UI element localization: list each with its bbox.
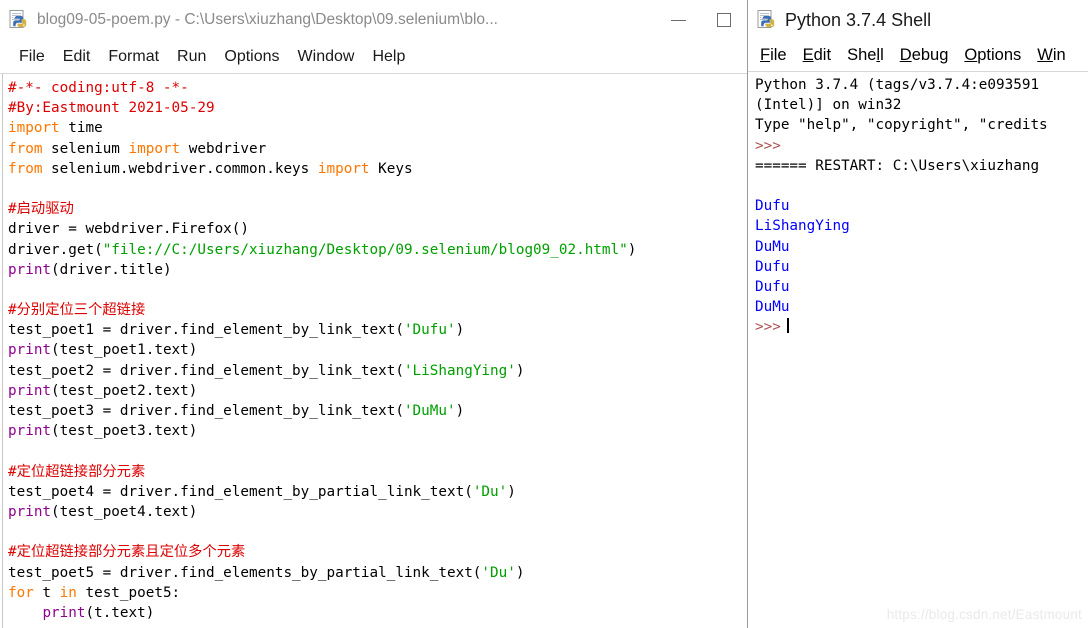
code-line: import time [8, 120, 103, 137]
editor-menu-run[interactable]: Run [168, 48, 215, 66]
code-line: print(test_poet3.text) [8, 423, 198, 440]
code-line: from selenium import webdriver [8, 140, 267, 157]
code-line: print(t.text) [42, 604, 155, 621]
shell-output-area[interactable]: Python 3.7.4 (tags/v3.7.4:e093591 (Intel)… [748, 72, 1088, 628]
shell-line: Dufu [755, 198, 790, 215]
code-line: print(test_poet2.text) [8, 382, 198, 399]
maximize-icon [717, 13, 731, 27]
csdn-watermark: https://blog.csdn.net/Eastmount [886, 607, 1082, 622]
shell-line: DuMu [755, 299, 790, 316]
code-line: test_poet2 = driver.find_element_by_link… [8, 362, 525, 379]
minimize-button[interactable] [655, 0, 701, 40]
shell-menu-file[interactable]: File [760, 46, 803, 65]
shell-titlebar[interactable]: Python 3.7.4 Shell [748, 0, 1088, 40]
shell-line: Python 3.7.4 (tags/v3.7.4:e093591 [755, 77, 1040, 93]
shell-line: ====== RESTART: C:\Users\xiuzhang [755, 157, 1040, 174]
code-line: driver = webdriver.Firefox() [8, 221, 250, 238]
shell-line: (Intel)] on win32 [755, 97, 902, 114]
editor-source-code[interactable]: #-*- coding:utf-8 -*- #By:Eastmount 2021-… [8, 78, 747, 623]
code-line: #启动驱动 [8, 201, 74, 218]
editor-menu-edit[interactable]: Edit [54, 48, 100, 66]
minimize-icon [670, 19, 686, 21]
shell-menu-win[interactable]: Win [1037, 46, 1081, 65]
shell-menu-debug[interactable]: Debug [900, 46, 965, 65]
maximize-button[interactable] [701, 0, 747, 40]
shell-line: Dufu [755, 278, 790, 295]
code-line: from selenium.webdriver.common.keys impo… [8, 160, 413, 177]
editor-menu-options[interactable]: Options [215, 48, 288, 66]
editor-menubar: File Edit Format Run Options Window Help [0, 40, 747, 74]
editor-code-area[interactable]: #-*- coding:utf-8 -*- #By:Eastmount 2021-… [0, 74, 747, 628]
code-line: print(test_poet4.text) [8, 503, 198, 520]
shell-line [755, 176, 1048, 196]
code-line: #分别定位三个超链接 [8, 302, 146, 319]
editor-menu-window[interactable]: Window [289, 48, 364, 66]
python-shell-window: Python 3.7.4 Shell File Edit Shell Debug Opt… [748, 0, 1088, 628]
code-line: test_poet5 = driver.find_elements_by_par… [8, 564, 525, 581]
shell-line: DuMu [755, 238, 790, 255]
idle-editor-window: blog09-05-poem.py - C:\Users\xiuzhang\De… [0, 0, 748, 628]
idle-dual-window-screen: blog09-05-poem.py - C:\Users\xiuzhang\De… [0, 0, 1088, 628]
code-line: test_poet1 = driver.find_element_by_link… [8, 322, 465, 339]
shell-output-text[interactable]: Python 3.7.4 (tags/v3.7.4:e093591 (Intel)… [755, 75, 1048, 337]
shell-menubar: File Edit Shell Debug Options Win [748, 40, 1088, 72]
editor-menu-help[interactable]: Help [363, 48, 414, 66]
code-line: #By:Eastmount 2021-05-29 [8, 100, 215, 117]
shell-line: >>> [755, 317, 1048, 337]
code-line: print(test_poet1.text) [8, 342, 198, 359]
shell-menu-options[interactable]: Options [964, 46, 1037, 65]
code-line: test_poet3 = driver.find_element_by_link… [8, 403, 465, 419]
shell-line: Type "help", "copyright", "credits [755, 117, 1048, 134]
editor-window-controls [655, 0, 747, 40]
shell-menu-edit[interactable]: Edit [803, 46, 847, 65]
code-line: test_poet4 = driver.find_element_by_part… [8, 483, 516, 500]
code-line: driver.get("file://C:/Users/xiuzhang/Des… [8, 241, 637, 258]
text-cursor [786, 318, 789, 334]
editor-titlebar[interactable]: blog09-05-poem.py - C:\Users\xiuzhang\De… [0, 0, 747, 40]
code-line: #定位超链接部分元素且定位多个元素 [8, 544, 246, 561]
editor-title-text: blog09-05-poem.py - C:\Users\xiuzhang\De… [37, 11, 498, 28]
shell-line: LiShangYing [755, 218, 850, 235]
editor-menu-file[interactable]: File [10, 48, 54, 66]
shell-line: >>> [755, 137, 781, 154]
editor-menu-format[interactable]: Format [99, 48, 168, 66]
code-line: print(driver.title) [8, 261, 172, 278]
code-line: for t in test_poet5: [8, 584, 181, 601]
shell-menu-shell[interactable]: Shell [847, 46, 900, 65]
code-line: #定位超链接部分元素 [8, 463, 146, 480]
shell-line: Dufu [755, 258, 790, 275]
python-idle-document-icon [8, 9, 30, 31]
editor-gutter-divider [2, 74, 3, 628]
python-idle-document-icon [756, 9, 778, 31]
shell-title-text: Python 3.7.4 Shell [785, 9, 932, 30]
code-line: #-*- coding:utf-8 -*- [8, 80, 189, 96]
